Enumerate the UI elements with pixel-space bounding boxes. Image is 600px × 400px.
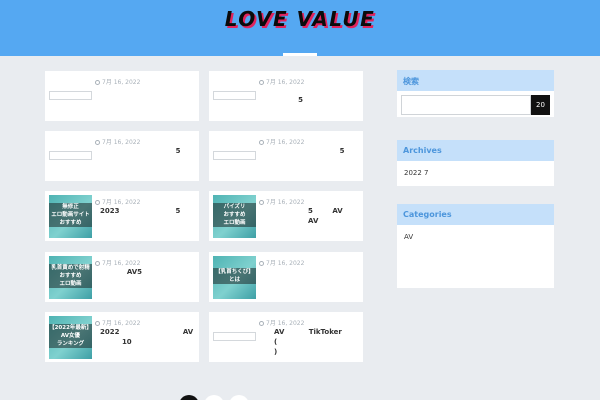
post-date: 7月 16, 2022: [95, 197, 140, 206]
post-thumbnail[interactable]: 無修正 エロ動画サイト おすすめ: [49, 195, 92, 238]
header-accent-bar: [283, 53, 317, 56]
thumbnail-caption: パイズリ おすすめ エロ動画: [213, 203, 256, 227]
thumbnail-caption: 【2022年最新】 AV女優 ランキング: [49, 324, 92, 348]
clock-icon: [95, 80, 100, 85]
post-date: 7月 16, 2022: [95, 318, 140, 327]
post-card[interactable]: 乳首責めで射精 おすすめ エロ動画 7月 16, 2022 AV5: [45, 252, 199, 302]
archives-widget: 2022 7: [397, 161, 554, 186]
post-thumbnail[interactable]: 【2022年最新】 AV女優 ランキング: [49, 316, 92, 359]
clock-icon: [259, 200, 264, 205]
clock-icon: [259, 261, 264, 266]
pagination-page-3[interactable]: [229, 395, 249, 400]
categories-widget-title: Categories: [397, 204, 554, 225]
search-input[interactable]: [401, 95, 531, 115]
post-thumbnail[interactable]: パイズリ おすすめ エロ動画: [213, 195, 256, 238]
pagination-page-2[interactable]: [204, 395, 224, 400]
post-title[interactable]: AV5: [100, 267, 194, 277]
thumbnail-caption: 【乳首ちくび】 とは: [213, 268, 256, 284]
post-thumbnail[interactable]: 【乳首ちくび】 とは: [213, 256, 256, 299]
clock-icon: [95, 200, 100, 205]
archive-link[interactable]: 2022 7: [404, 169, 547, 177]
post-title[interactable]: 2023 5: [100, 206, 194, 216]
thumbnail-caption: 乳首責めで射精 おすすめ エロ動画: [49, 264, 92, 288]
post-thumbnail[interactable]: 乳首責めで射精 おすすめ エロ動画: [49, 256, 92, 299]
thumbnail-placeholder: [213, 332, 256, 341]
post-title[interactable]: 5: [264, 146, 358, 156]
post-card[interactable]: 無修正 エロ動画サイト おすすめ 7月 16, 2022 2023 5: [45, 191, 199, 241]
post-date: 7月 16, 2022: [259, 318, 304, 327]
post-date: 7月 16, 2022: [259, 137, 304, 146]
post-date: 7月 16, 2022: [95, 258, 140, 267]
clock-icon: [259, 80, 264, 85]
post-date: 7月 16, 2022: [95, 137, 140, 146]
post-title[interactable]: 5: [264, 95, 358, 105]
archives-widget-title: Archives: [397, 140, 554, 161]
clock-icon: [95, 321, 100, 326]
post-card[interactable]: 7月 16, 2022 5: [45, 131, 199, 181]
post-date: 7月 16, 2022: [259, 77, 304, 86]
clock-icon: [259, 321, 264, 326]
clock-icon: [259, 140, 264, 145]
post-title[interactable]: AV TikToker ( ): [274, 327, 360, 357]
site-title[interactable]: LOVE VALUE: [0, 7, 600, 31]
post-date: 7月 16, 2022: [95, 77, 140, 86]
post-date: 7月 16, 2022: [259, 258, 304, 267]
category-link[interactable]: AV: [404, 233, 547, 241]
post-title[interactable]: 5 AV AV: [308, 206, 360, 226]
post-card[interactable]: 7月 16, 2022 AV TikToker ( ): [209, 312, 363, 362]
thumbnail-placeholder: [213, 91, 256, 100]
post-card[interactable]: 7月 16, 2022: [45, 71, 199, 121]
search-widget-title: 検索: [397, 70, 554, 91]
thumbnail-placeholder: [49, 151, 92, 160]
thumbnail-placeholder: [49, 91, 92, 100]
post-title[interactable]: 5: [100, 146, 194, 156]
site-header: LOVE VALUE: [0, 0, 600, 56]
post-card[interactable]: 【2022年最新】 AV女優 ランキング 7月 16, 2022 2022 AV…: [45, 312, 199, 362]
search-button[interactable]: 20: [531, 95, 550, 115]
post-card[interactable]: パイズリ おすすめ エロ動画 7月 16, 2022 5 AV AV: [209, 191, 363, 241]
thumbnail-caption: 無修正 エロ動画サイト おすすめ: [49, 203, 92, 227]
post-card[interactable]: 【乳首ちくび】 とは 7月 16, 2022: [209, 252, 363, 302]
clock-icon: [95, 261, 100, 266]
post-title[interactable]: 2022 AV 10: [100, 327, 194, 347]
clock-icon: [95, 140, 100, 145]
post-card[interactable]: 7月 16, 2022 5: [209, 71, 363, 121]
post-card[interactable]: 7月 16, 2022 5: [209, 131, 363, 181]
thumbnail-placeholder: [213, 151, 256, 160]
pagination-page-1[interactable]: [179, 395, 199, 400]
categories-widget: AV: [397, 225, 554, 288]
post-date: 7月 16, 2022: [259, 197, 304, 206]
